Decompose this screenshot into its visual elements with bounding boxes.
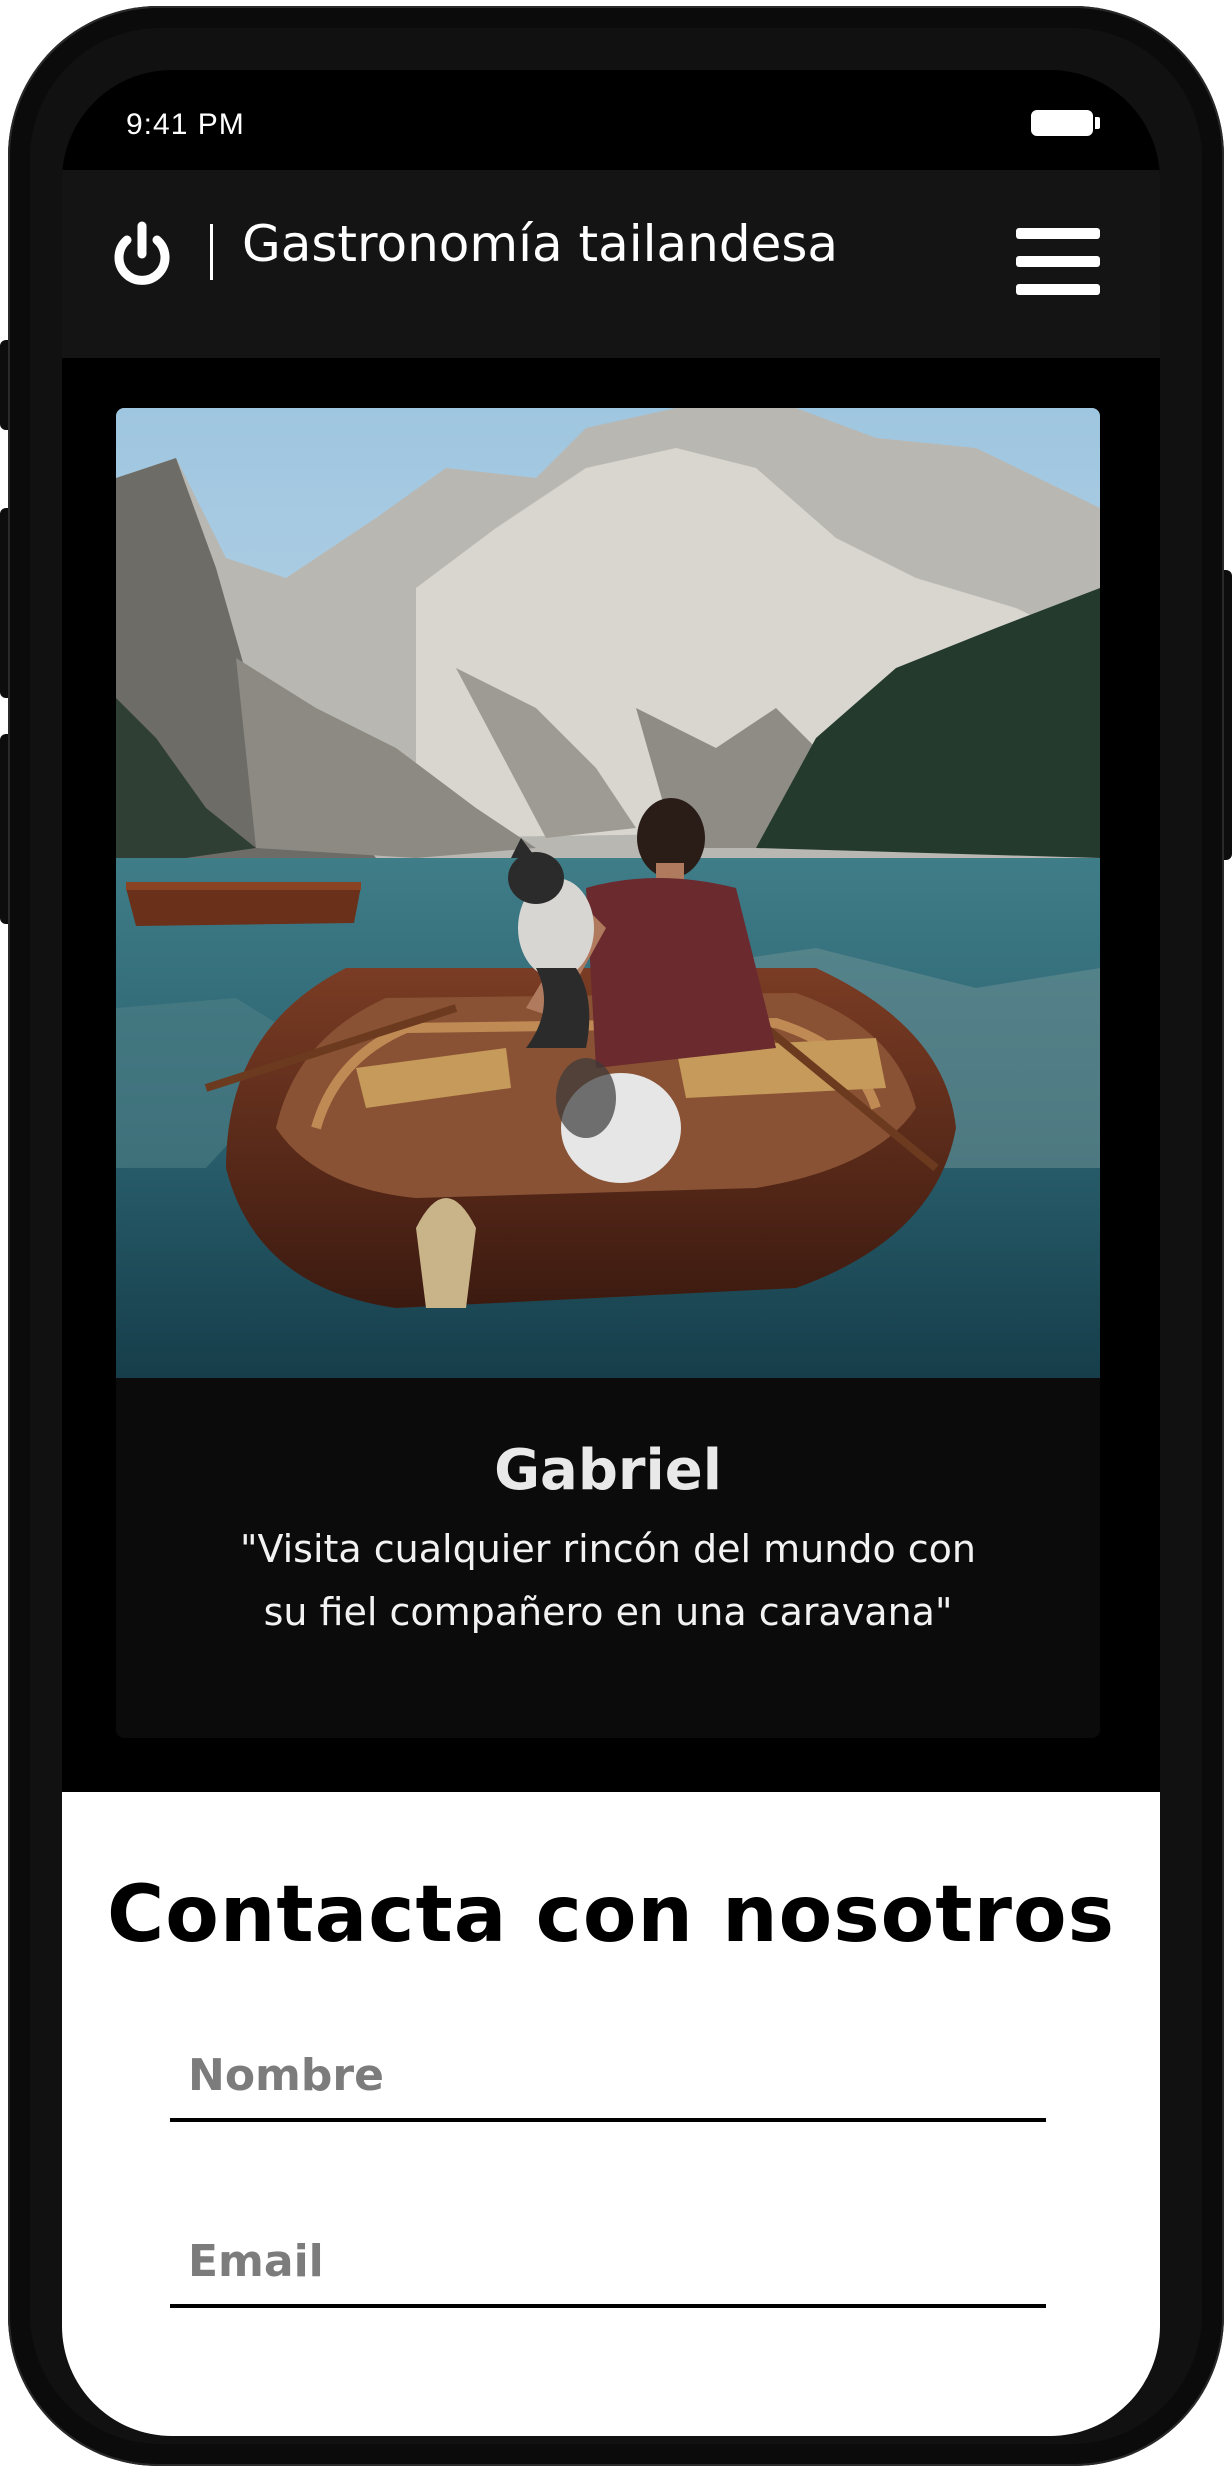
header-separator — [210, 224, 213, 280]
testimonial-photo — [116, 408, 1100, 1378]
status-time: 9:41 PM — [126, 108, 245, 141]
phone-screen: 9:41 PM Gastronomía tailandesa Gabriel "… — [62, 70, 1160, 2436]
testimonial-card: Gabriel "Visita cualquier rincón del mun… — [116, 408, 1100, 1738]
testimonial-quote: "Visita cualquier rincón del mundo con s… — [239, 1527, 977, 1634]
testimonial-name: Gabriel — [494, 1438, 722, 1503]
hamburger-menu-icon[interactable] — [1016, 228, 1100, 296]
battery-icon — [1031, 110, 1093, 136]
battery-tip — [1095, 117, 1100, 129]
power-icon[interactable] — [112, 220, 172, 290]
name-input[interactable] — [170, 2032, 1046, 2122]
email-input[interactable] — [170, 2218, 1046, 2308]
contact-title: Contacta con nosotros — [107, 1870, 1115, 1960]
contact-section: Contacta con nosotros — [62, 1792, 1160, 2436]
site-title[interactable]: Gastronomía tailandesa — [242, 215, 838, 273]
app-header: Gastronomía tailandesa — [62, 170, 1160, 358]
